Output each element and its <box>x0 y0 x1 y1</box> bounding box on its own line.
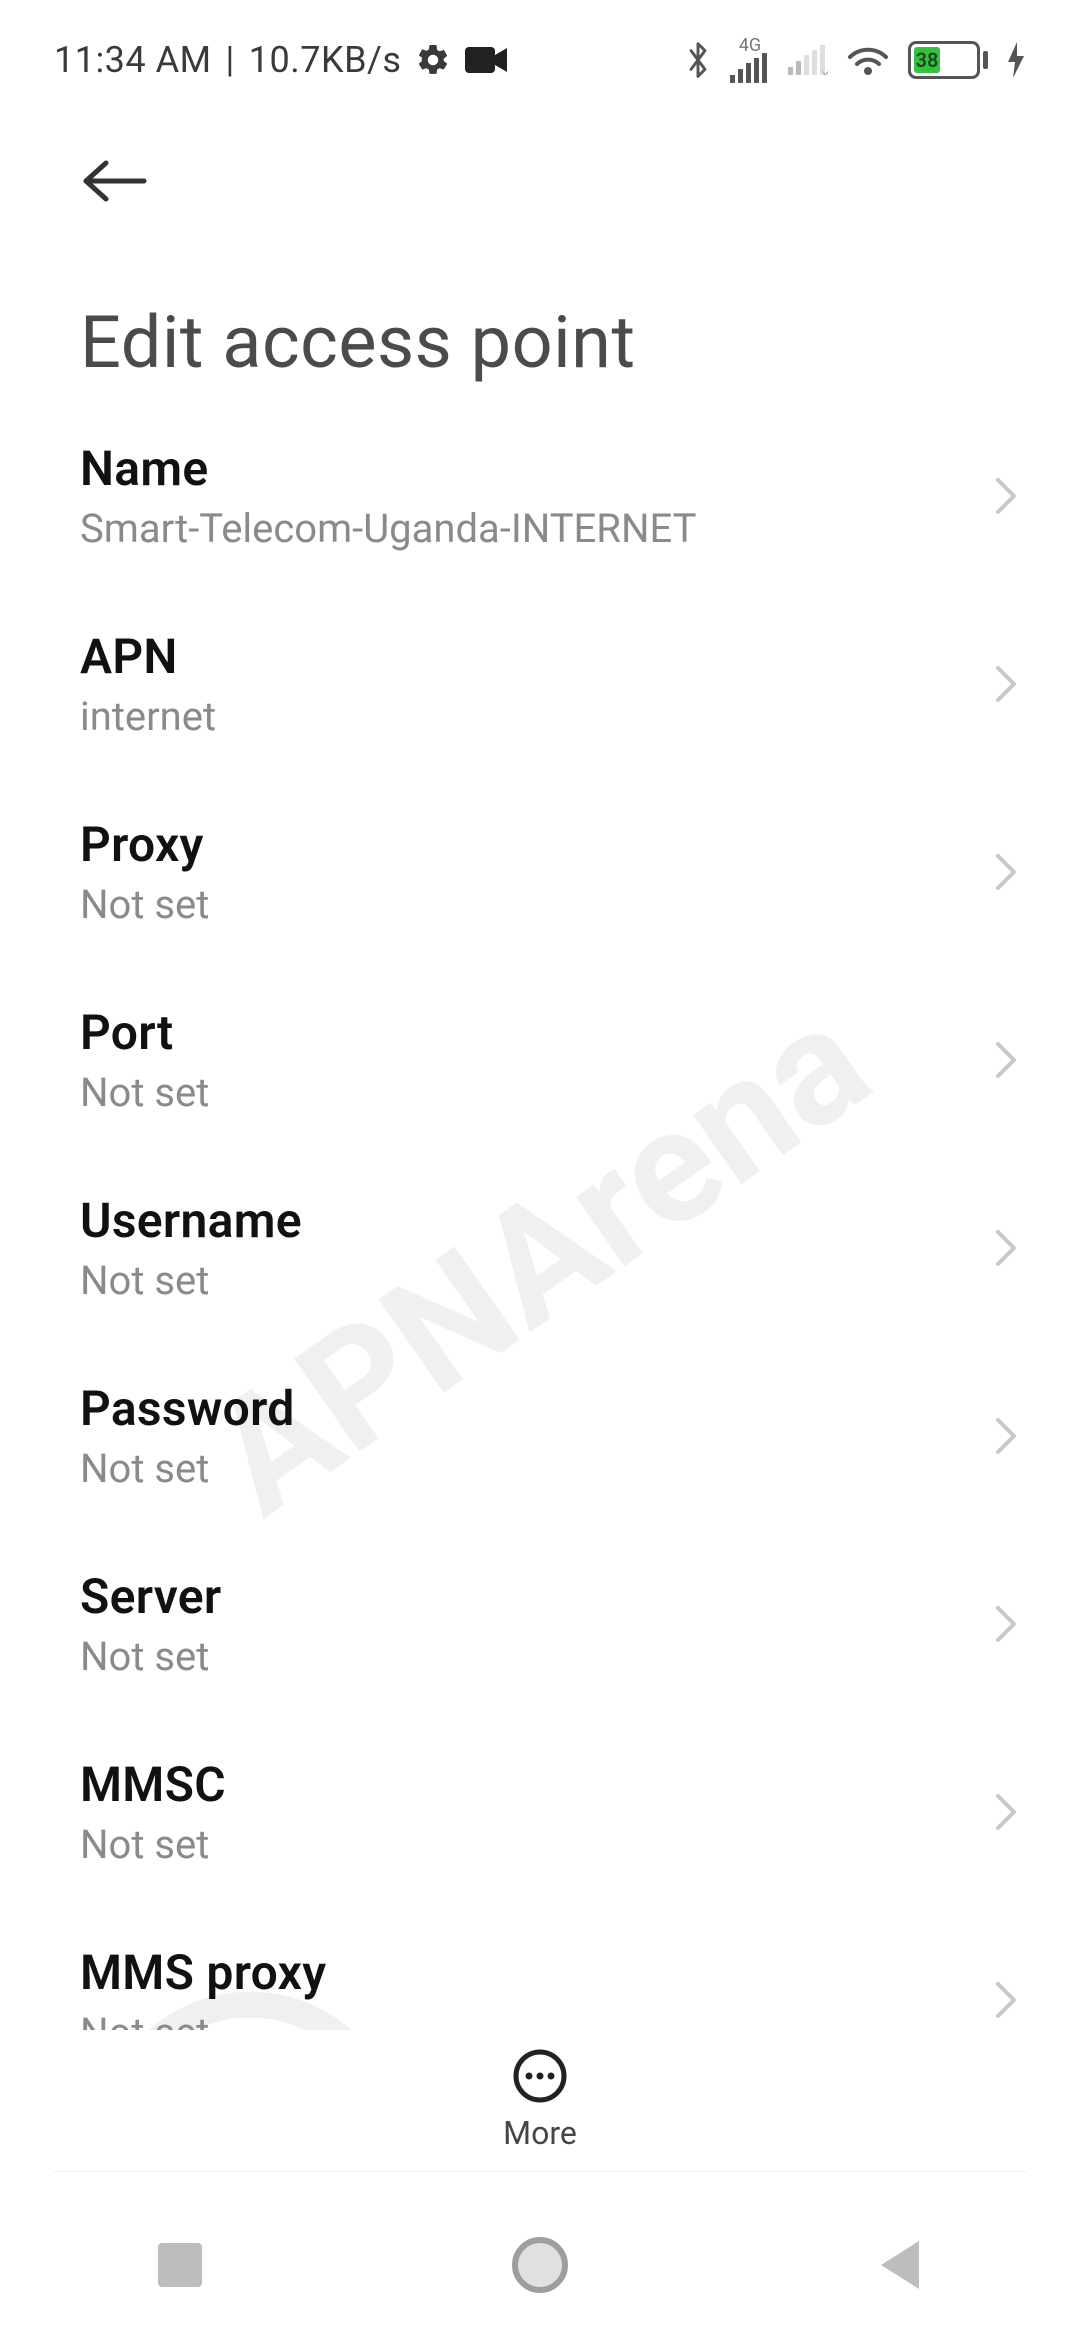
row-apn[interactable]: APN internet <box>0 590 1080 778</box>
row-proxy[interactable]: Proxy Not set <box>0 778 1080 966</box>
row-name[interactable]: Name Smart-Telecom-Uganda-INTERNET <box>0 402 1080 590</box>
bottom-divider <box>54 2171 1026 2172</box>
chevron-right-icon <box>992 850 1020 894</box>
square-icon <box>158 2243 202 2287</box>
battery-percent: 38 <box>916 48 939 72</box>
row-port[interactable]: Port Not set <box>0 966 1080 1154</box>
row-label: MMSC <box>80 1756 226 1813</box>
row-label: Name <box>80 440 696 497</box>
status-time: 11:34 AM <box>54 39 212 81</box>
triangle-left-icon <box>881 2241 919 2289</box>
row-label: Username <box>80 1192 302 1249</box>
chevron-right-icon <box>992 662 1020 706</box>
more-button[interactable]: More <box>503 2048 577 2152</box>
more-icon <box>512 2048 568 2104</box>
nav-bar <box>0 2190 1080 2340</box>
row-value: Not set <box>80 1633 221 1680</box>
row-username[interactable]: Username Not set <box>0 1154 1080 1342</box>
page-title: Edit access point <box>80 300 1026 385</box>
signal-1-icon: 4G <box>730 37 770 83</box>
circle-icon <box>512 2237 568 2293</box>
row-password[interactable]: Password Not set <box>0 1342 1080 1530</box>
row-mmsc[interactable]: MMSC Not set <box>0 1718 1080 1906</box>
chevron-right-icon <box>992 1038 1020 1082</box>
nav-home-button[interactable] <box>500 2225 580 2305</box>
row-value: Not set <box>80 1445 295 1492</box>
status-separator: | <box>226 39 235 81</box>
status-bar: 11:34 AM | 10.7KB/s 4G x <box>0 0 1080 96</box>
chevron-right-icon <box>992 474 1020 518</box>
video-icon <box>465 45 507 75</box>
wifi-icon <box>846 43 890 77</box>
chevron-right-icon <box>992 1602 1020 1646</box>
bluetooth-icon <box>684 40 712 80</box>
row-value: Not set <box>80 1069 209 1116</box>
chevron-right-icon <box>992 1790 1020 1834</box>
row-label: Password <box>80 1380 295 1437</box>
charging-icon <box>1006 42 1026 78</box>
more-label: More <box>503 2114 577 2152</box>
row-value: Not set <box>80 1821 226 1868</box>
row-value: internet <box>80 693 216 740</box>
row-label: APN <box>80 628 216 685</box>
battery-icon: 38 <box>908 41 988 79</box>
row-label: Proxy <box>80 816 209 873</box>
row-label: MMS proxy <box>80 1944 326 2001</box>
gear-icon <box>415 42 451 78</box>
row-label: Server <box>80 1568 221 1625</box>
chevron-right-icon <box>992 1414 1020 1458</box>
chevron-right-icon <box>992 1226 1020 1270</box>
nav-back-button[interactable] <box>860 2225 940 2305</box>
row-server[interactable]: Server Not set <box>0 1530 1080 1718</box>
row-value: Not set <box>80 881 209 928</box>
signal-2-icon: x <box>788 45 828 75</box>
row-value: Smart-Telecom-Uganda-INTERNET <box>80 505 696 552</box>
chevron-right-icon <box>992 1978 1020 2022</box>
nav-recents-button[interactable] <box>140 2225 220 2305</box>
back-button[interactable] <box>80 146 160 216</box>
settings-list: Name Smart-Telecom-Uganda-INTERNET APN i… <box>0 402 1080 2080</box>
svg-text:x: x <box>822 67 828 75</box>
row-label: Port <box>80 1004 209 1061</box>
row-value: Not set <box>80 1257 302 1304</box>
bottom-action-bar: More <box>0 2030 1080 2170</box>
status-netspeed: 10.7KB/s <box>249 39 402 81</box>
arrow-left-icon <box>80 156 150 206</box>
